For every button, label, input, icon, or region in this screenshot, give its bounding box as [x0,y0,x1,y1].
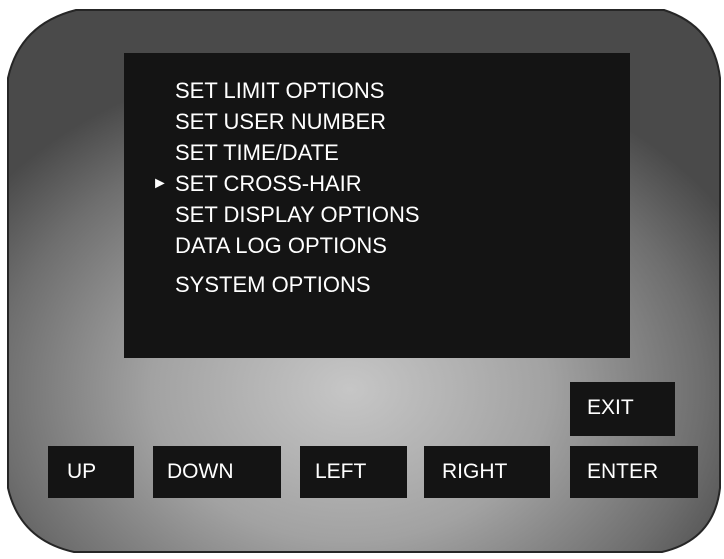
right-button-label: RIGHT [442,460,508,483]
down-button[interactable]: DOWN [153,446,281,498]
settings-menu: SET LIMIT OPTIONS SET USER NUMBER SET TI… [152,75,420,300]
menu-item-label: SET TIME/DATE [175,140,339,165]
menu-item-system-options[interactable]: SYSTEM OPTIONS [175,269,420,300]
up-button-label: UP [67,460,97,483]
menu-item-data-log-options[interactable]: DATA LOG OPTIONS [175,230,420,261]
menu-item-label: SET CROSS-HAIR [175,171,362,196]
menu-item-set-user-number[interactable]: SET USER NUMBER [175,106,420,137]
menu-item-set-cross-hair[interactable]: ► SET CROSS-HAIR [152,168,420,199]
menu-item-label: SET USER NUMBER [175,109,387,134]
exit-button-label: EXIT [587,396,634,419]
down-button-label: DOWN [167,460,234,483]
left-button[interactable]: LEFT [300,446,407,498]
menu-item-set-time-date[interactable]: SET TIME/DATE [175,137,420,168]
menu-item-label: SYSTEM OPTIONS [175,272,371,297]
display-screen: SET LIMIT OPTIONS SET USER NUMBER SET TI… [124,53,630,358]
exit-button[interactable]: EXIT [570,382,675,436]
right-button[interactable]: RIGHT [424,446,550,498]
enter-button-label: ENTER [587,460,659,483]
menu-item-label: DATA LOG OPTIONS [175,233,387,258]
menu-item-label: SET LIMIT OPTIONS [175,78,385,103]
menu-item-set-limit-options[interactable]: SET LIMIT OPTIONS [175,75,420,106]
enter-button[interactable]: ENTER [570,446,698,498]
menu-item-label: SET DISPLAY OPTIONS [175,202,420,227]
selection-cursor-icon: ► [152,175,168,192]
menu-item-set-display-options[interactable]: SET DISPLAY OPTIONS [175,199,420,230]
left-button-label: LEFT [315,460,367,483]
up-button[interactable]: UP [48,446,134,498]
